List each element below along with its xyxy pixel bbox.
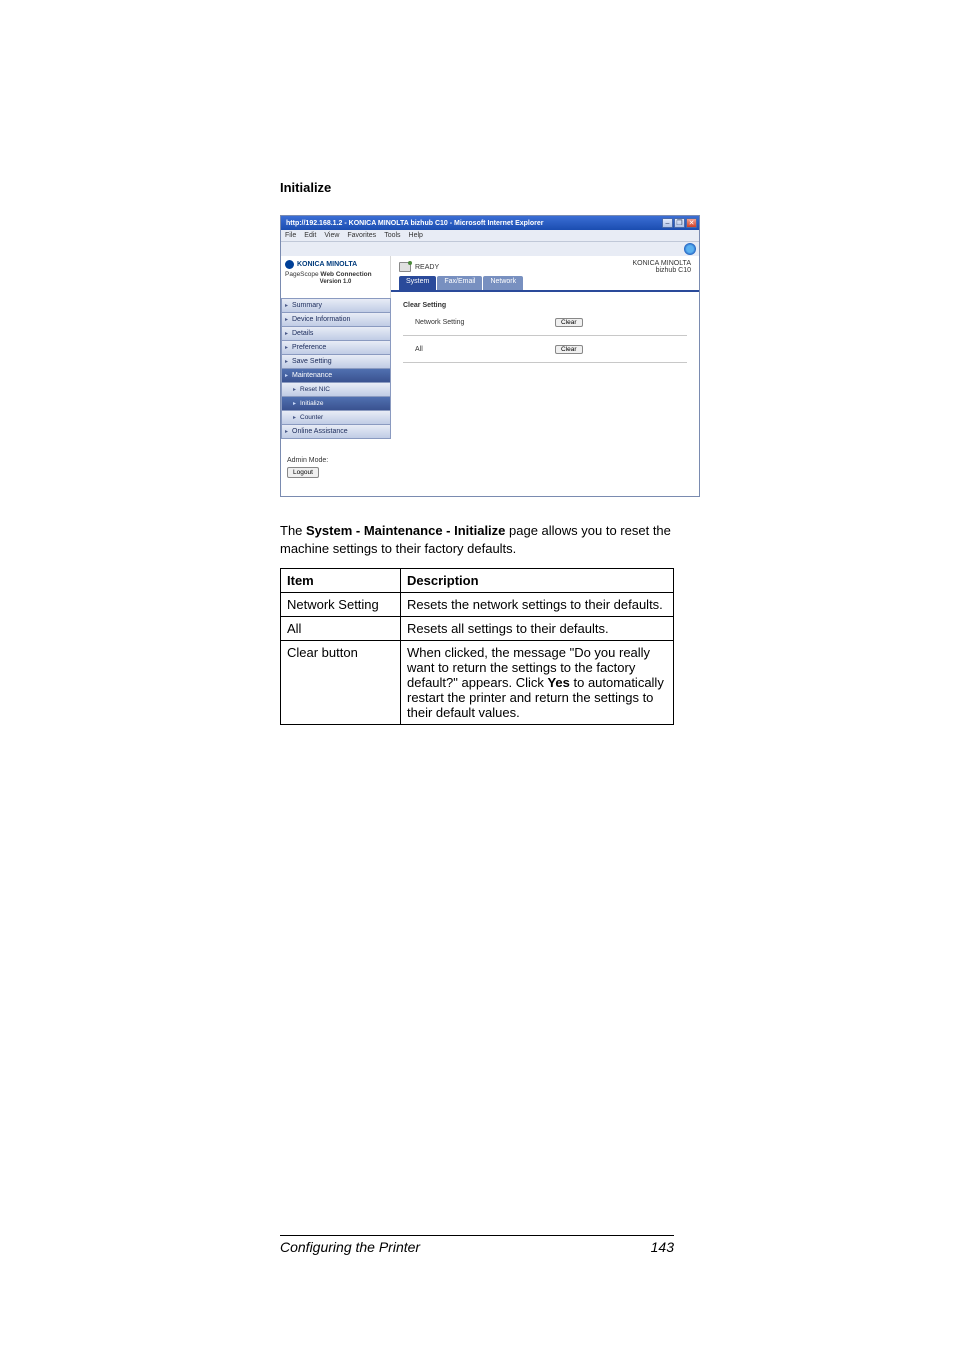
sidebar-item-device-info[interactable]: Device Information — [281, 313, 391, 327]
page-footer: Configuring the Printer 143 — [280, 1235, 674, 1255]
printer-status: READY — [399, 262, 439, 272]
toolbar — [281, 242, 699, 256]
clear-network-button[interactable]: Clear — [555, 318, 583, 327]
tab-bar: System Fax/Email Network — [391, 276, 699, 290]
pagescope-label: PageScope Web Connection — [285, 271, 386, 278]
clear-all-button[interactable]: Clear — [555, 345, 583, 354]
sidebar-item-summary[interactable]: Summary — [281, 298, 391, 313]
brand-logo: KONICA MINOLTA — [285, 260, 386, 269]
window-controls: – ❐ ✕ — [662, 218, 697, 228]
description-table: Item Description Network Setting Resets … — [280, 568, 674, 725]
sidebar-item-preference[interactable]: Preference — [281, 341, 391, 355]
ready-label: READY — [415, 264, 439, 271]
section-heading: Initialize — [280, 180, 674, 195]
sidebar-item-maintenance[interactable]: Maintenance — [281, 369, 391, 383]
network-setting-label: Network Setting — [415, 319, 555, 326]
table-cell-item: All — [281, 617, 401, 641]
browser-window: http://192.168.1.2 - KONICA MINOLTA bizh… — [280, 215, 700, 497]
window-title: http://192.168.1.2 - KONICA MINOLTA bizh… — [283, 220, 543, 227]
sidebar: KONICA MINOLTA PageScope Web Connection … — [281, 256, 391, 496]
brand-area: KONICA MINOLTA PageScope Web Connection … — [281, 256, 391, 298]
tab-system[interactable]: System — [399, 276, 436, 290]
table-cell-desc: Resets the network settings to their def… — [401, 593, 674, 617]
table-row: All Resets all settings to their default… — [281, 617, 674, 641]
table-header-desc: Description — [401, 569, 674, 593]
close-button[interactable]: ✕ — [686, 218, 697, 228]
title-bar: http://192.168.1.2 - KONICA MINOLTA bizh… — [281, 216, 699, 230]
table-row: Clear button When clicked, the message "… — [281, 641, 674, 725]
table-row: Network Setting Resets the network setti… — [281, 593, 674, 617]
setting-row-all: All Clear — [403, 342, 687, 360]
logout-button[interactable]: Logout — [287, 467, 319, 478]
page-description: The System - Maintenance - Initialize pa… — [280, 522, 674, 558]
sidebar-item-online-assistance[interactable]: Online Assistance — [281, 425, 391, 439]
ie-logo-icon — [684, 243, 696, 255]
menu-favorites[interactable]: Favorites — [347, 232, 376, 239]
panel-heading: Clear Setting — [403, 302, 687, 309]
maximize-button[interactable]: ❐ — [674, 218, 685, 228]
printer-icon — [399, 262, 411, 272]
sidebar-item-details[interactable]: Details — [281, 327, 391, 341]
all-setting-label: All — [415, 346, 555, 353]
main-area: READY KONICA MINOLTA bizhub C10 System F… — [391, 256, 699, 496]
table-cell-desc: Resets all settings to their defaults. — [401, 617, 674, 641]
footer-page-number: 143 — [651, 1239, 674, 1255]
table-cell-item: Clear button — [281, 641, 401, 725]
table-cell-item: Network Setting — [281, 593, 401, 617]
minimize-button[interactable]: – — [662, 218, 673, 228]
version-label: Version 1.0 — [285, 279, 386, 285]
brand-circle-icon — [285, 260, 294, 269]
tab-network[interactable]: Network — [483, 276, 523, 290]
footer-line — [280, 1235, 674, 1236]
settings-panel: Clear Setting Network Setting Clear All … — [391, 292, 699, 379]
nav-list: Summary Device Information Details Prefe… — [281, 298, 391, 439]
sidebar-item-initialize[interactable]: Initialize — [281, 397, 391, 411]
admin-mode-label: Admin Mode: — [287, 457, 385, 464]
sidebar-item-save-setting[interactable]: Save Setting — [281, 355, 391, 369]
menu-view[interactable]: View — [324, 232, 339, 239]
sidebar-item-counter[interactable]: Counter — [281, 411, 391, 425]
menu-file[interactable]: File — [285, 232, 296, 239]
separator — [403, 362, 687, 363]
tab-fax-email[interactable]: Fax/Email — [437, 276, 482, 290]
table-cell-desc: When clicked, the message "Do you really… — [401, 641, 674, 725]
admin-mode-area: Admin Mode: Logout — [281, 439, 391, 496]
menu-tools[interactable]: Tools — [384, 232, 400, 239]
brand-name: KONICA MINOLTA — [297, 261, 357, 268]
setting-row-network: Network Setting Clear — [403, 315, 687, 333]
device-name: KONICA MINOLTA bizhub C10 — [633, 260, 691, 274]
sidebar-item-reset-nic[interactable]: Reset NIC — [281, 383, 391, 397]
menu-help[interactable]: Help — [409, 232, 423, 239]
footer-title: Configuring the Printer — [280, 1239, 420, 1255]
table-header-item: Item — [281, 569, 401, 593]
menu-bar: File Edit View Favorites Tools Help — [281, 230, 699, 242]
separator — [403, 335, 687, 336]
menu-edit[interactable]: Edit — [304, 232, 316, 239]
